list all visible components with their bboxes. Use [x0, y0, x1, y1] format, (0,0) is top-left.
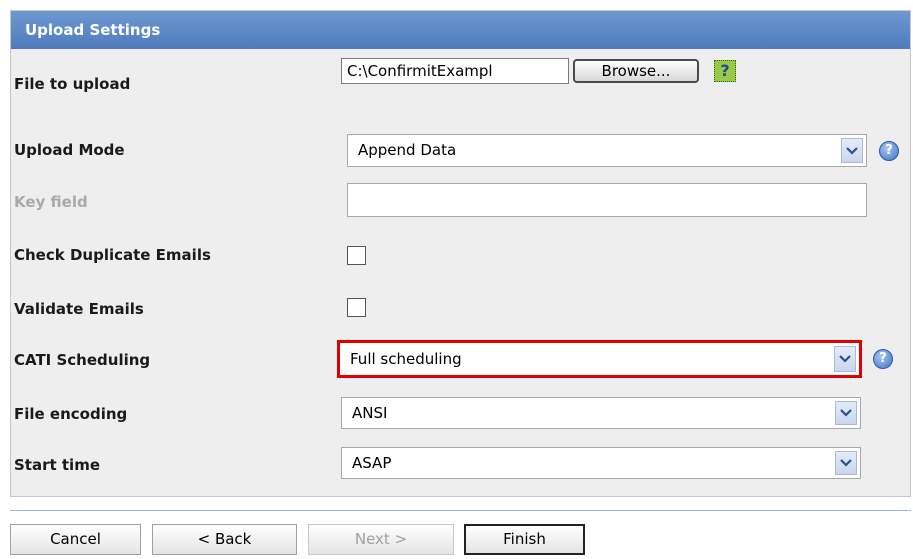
cati-scheduling-select[interactable]: Full scheduling	[337, 340, 862, 378]
footer-divider	[10, 510, 911, 511]
key-field-input[interactable]	[347, 183, 867, 217]
check-duplicate-emails-label: Check Duplicate Emails	[14, 246, 211, 264]
back-button[interactable]: < Back	[152, 524, 297, 555]
start-time-value: ASAP	[352, 454, 392, 472]
upload-mode-help-icon[interactable]: ?	[879, 141, 899, 161]
file-to-upload-label: File to upload	[14, 75, 131, 93]
validate-emails-checkbox[interactable]	[347, 298, 366, 317]
file-encoding-select[interactable]: ANSI	[341, 397, 861, 429]
upload-mode-select[interactable]: Append Data	[347, 134, 867, 167]
cati-scheduling-label: CATI Scheduling	[14, 351, 151, 369]
panel-title: Upload Settings	[11, 11, 910, 49]
cancel-button[interactable]: Cancel	[10, 524, 141, 555]
cati-scheduling-value: Full scheduling	[350, 350, 462, 368]
next-button[interactable]: Next >	[308, 524, 454, 555]
cati-scheduling-help-icon[interactable]: ?	[873, 349, 893, 369]
validate-emails-label: Validate Emails	[14, 300, 144, 318]
chevron-down-icon[interactable]	[834, 346, 856, 372]
file-encoding-label: File encoding	[14, 405, 128, 423]
file-path-input[interactable]: C:\ConfirmitExampl	[341, 58, 569, 84]
check-duplicate-emails-checkbox[interactable]	[347, 246, 366, 265]
file-encoding-value: ANSI	[352, 404, 388, 422]
file-help-icon[interactable]: ?	[714, 60, 736, 82]
start-time-select[interactable]: ASAP	[341, 447, 861, 479]
start-time-label: Start time	[14, 456, 101, 474]
chevron-down-icon[interactable]	[835, 451, 857, 475]
key-field-label: Key field	[14, 193, 88, 211]
upload-mode-label: Upload Mode	[14, 141, 125, 159]
upload-mode-value: Append Data	[358, 141, 457, 159]
browse-button[interactable]: Browse...	[573, 59, 699, 83]
finish-button[interactable]: Finish	[464, 524, 585, 555]
chevron-down-icon[interactable]	[841, 138, 863, 163]
chevron-down-icon[interactable]	[835, 401, 857, 425]
